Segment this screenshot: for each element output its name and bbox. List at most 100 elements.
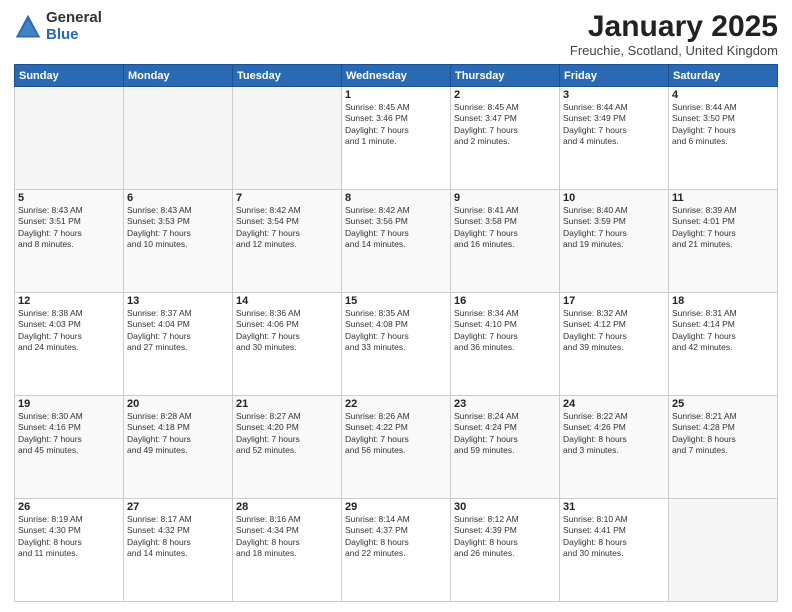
calendar-cell: [233, 87, 342, 190]
calendar-cell: 5Sunrise: 8:43 AM Sunset: 3:51 PM Daylig…: [15, 190, 124, 293]
calendar-cell: 22Sunrise: 8:26 AM Sunset: 4:22 PM Dayli…: [342, 396, 451, 499]
week-row-4: 19Sunrise: 8:30 AM Sunset: 4:16 PM Dayli…: [15, 396, 778, 499]
day-number: 15: [345, 295, 447, 307]
day-info: Sunrise: 8:43 AM Sunset: 3:53 PM Dayligh…: [127, 205, 229, 251]
day-number: 2: [454, 89, 556, 101]
calendar-cell: [15, 87, 124, 190]
day-info: Sunrise: 8:42 AM Sunset: 3:54 PM Dayligh…: [236, 205, 338, 251]
calendar-cell: 3Sunrise: 8:44 AM Sunset: 3:49 PM Daylig…: [560, 87, 669, 190]
logo: General Blue: [14, 10, 102, 43]
logo-blue: Blue: [46, 27, 102, 44]
calendar-cell: 6Sunrise: 8:43 AM Sunset: 3:53 PM Daylig…: [124, 190, 233, 293]
calendar-cell: 21Sunrise: 8:27 AM Sunset: 4:20 PM Dayli…: [233, 396, 342, 499]
calendar-cell: 26Sunrise: 8:19 AM Sunset: 4:30 PM Dayli…: [15, 499, 124, 602]
day-info: Sunrise: 8:34 AM Sunset: 4:10 PM Dayligh…: [454, 308, 556, 354]
day-info: Sunrise: 8:39 AM Sunset: 4:01 PM Dayligh…: [672, 205, 774, 251]
calendar-cell: 30Sunrise: 8:12 AM Sunset: 4:39 PM Dayli…: [451, 499, 560, 602]
calendar-cell: 17Sunrise: 8:32 AM Sunset: 4:12 PM Dayli…: [560, 293, 669, 396]
day-number: 23: [454, 398, 556, 410]
calendar-cell: 23Sunrise: 8:24 AM Sunset: 4:24 PM Dayli…: [451, 396, 560, 499]
calendar-cell: 14Sunrise: 8:36 AM Sunset: 4:06 PM Dayli…: [233, 293, 342, 396]
day-number: 18: [672, 295, 774, 307]
col-tuesday: Tuesday: [233, 65, 342, 87]
day-number: 6: [127, 192, 229, 204]
day-number: 8: [345, 192, 447, 204]
logo-text: General Blue: [46, 10, 102, 43]
col-wednesday: Wednesday: [342, 65, 451, 87]
calendar-cell: 9Sunrise: 8:41 AM Sunset: 3:58 PM Daylig…: [451, 190, 560, 293]
day-info: Sunrise: 8:42 AM Sunset: 3:56 PM Dayligh…: [345, 205, 447, 251]
day-info: Sunrise: 8:37 AM Sunset: 4:04 PM Dayligh…: [127, 308, 229, 354]
day-info: Sunrise: 8:36 AM Sunset: 4:06 PM Dayligh…: [236, 308, 338, 354]
week-row-2: 5Sunrise: 8:43 AM Sunset: 3:51 PM Daylig…: [15, 190, 778, 293]
day-number: 28: [236, 501, 338, 513]
day-number: 24: [563, 398, 665, 410]
calendar-cell: 10Sunrise: 8:40 AM Sunset: 3:59 PM Dayli…: [560, 190, 669, 293]
day-number: 22: [345, 398, 447, 410]
week-row-1: 1Sunrise: 8:45 AM Sunset: 3:46 PM Daylig…: [15, 87, 778, 190]
day-info: Sunrise: 8:41 AM Sunset: 3:58 PM Dayligh…: [454, 205, 556, 251]
calendar-cell: 7Sunrise: 8:42 AM Sunset: 3:54 PM Daylig…: [233, 190, 342, 293]
calendar-cell: 19Sunrise: 8:30 AM Sunset: 4:16 PM Dayli…: [15, 396, 124, 499]
logo-general: General: [46, 10, 102, 27]
day-number: 31: [563, 501, 665, 513]
day-number: 21: [236, 398, 338, 410]
page: General Blue January 2025 Freuchie, Scot…: [0, 0, 792, 612]
day-number: 17: [563, 295, 665, 307]
day-info: Sunrise: 8:21 AM Sunset: 4:28 PM Dayligh…: [672, 411, 774, 457]
day-number: 25: [672, 398, 774, 410]
day-info: Sunrise: 8:30 AM Sunset: 4:16 PM Dayligh…: [18, 411, 120, 457]
logo-icon: [14, 13, 42, 41]
day-info: Sunrise: 8:38 AM Sunset: 4:03 PM Dayligh…: [18, 308, 120, 354]
month-title: January 2025: [570, 10, 778, 43]
day-number: 12: [18, 295, 120, 307]
day-number: 27: [127, 501, 229, 513]
calendar-cell: 16Sunrise: 8:34 AM Sunset: 4:10 PM Dayli…: [451, 293, 560, 396]
day-number: 14: [236, 295, 338, 307]
calendar-cell: 11Sunrise: 8:39 AM Sunset: 4:01 PM Dayli…: [669, 190, 778, 293]
day-number: 7: [236, 192, 338, 204]
day-info: Sunrise: 8:22 AM Sunset: 4:26 PM Dayligh…: [563, 411, 665, 457]
day-number: 10: [563, 192, 665, 204]
calendar-cell: 27Sunrise: 8:17 AM Sunset: 4:32 PM Dayli…: [124, 499, 233, 602]
day-number: 13: [127, 295, 229, 307]
day-number: 9: [454, 192, 556, 204]
calendar-cell: [669, 499, 778, 602]
week-row-3: 12Sunrise: 8:38 AM Sunset: 4:03 PM Dayli…: [15, 293, 778, 396]
location: Freuchie, Scotland, United Kingdom: [570, 43, 778, 58]
day-number: 19: [18, 398, 120, 410]
col-sunday: Sunday: [15, 65, 124, 87]
calendar-cell: 15Sunrise: 8:35 AM Sunset: 4:08 PM Dayli…: [342, 293, 451, 396]
day-info: Sunrise: 8:45 AM Sunset: 3:46 PM Dayligh…: [345, 102, 447, 148]
day-number: 30: [454, 501, 556, 513]
col-monday: Monday: [124, 65, 233, 87]
day-info: Sunrise: 8:16 AM Sunset: 4:34 PM Dayligh…: [236, 514, 338, 560]
col-saturday: Saturday: [669, 65, 778, 87]
day-number: 5: [18, 192, 120, 204]
calendar-cell: 20Sunrise: 8:28 AM Sunset: 4:18 PM Dayli…: [124, 396, 233, 499]
day-info: Sunrise: 8:10 AM Sunset: 4:41 PM Dayligh…: [563, 514, 665, 560]
day-info: Sunrise: 8:28 AM Sunset: 4:18 PM Dayligh…: [127, 411, 229, 457]
day-info: Sunrise: 8:44 AM Sunset: 3:50 PM Dayligh…: [672, 102, 774, 148]
days-header-row: Sunday Monday Tuesday Wednesday Thursday…: [15, 65, 778, 87]
day-info: Sunrise: 8:17 AM Sunset: 4:32 PM Dayligh…: [127, 514, 229, 560]
calendar-cell: 1Sunrise: 8:45 AM Sunset: 3:46 PM Daylig…: [342, 87, 451, 190]
calendar-cell: 29Sunrise: 8:14 AM Sunset: 4:37 PM Dayli…: [342, 499, 451, 602]
col-thursday: Thursday: [451, 65, 560, 87]
calendar-cell: 18Sunrise: 8:31 AM Sunset: 4:14 PM Dayli…: [669, 293, 778, 396]
calendar-cell: 12Sunrise: 8:38 AM Sunset: 4:03 PM Dayli…: [15, 293, 124, 396]
day-number: 3: [563, 89, 665, 101]
title-block: January 2025 Freuchie, Scotland, United …: [570, 10, 778, 58]
day-info: Sunrise: 8:43 AM Sunset: 3:51 PM Dayligh…: [18, 205, 120, 251]
calendar-cell: 28Sunrise: 8:16 AM Sunset: 4:34 PM Dayli…: [233, 499, 342, 602]
day-info: Sunrise: 8:31 AM Sunset: 4:14 PM Dayligh…: [672, 308, 774, 354]
header: General Blue January 2025 Freuchie, Scot…: [14, 10, 778, 58]
day-number: 16: [454, 295, 556, 307]
day-info: Sunrise: 8:12 AM Sunset: 4:39 PM Dayligh…: [454, 514, 556, 560]
calendar-cell: 31Sunrise: 8:10 AM Sunset: 4:41 PM Dayli…: [560, 499, 669, 602]
day-number: 29: [345, 501, 447, 513]
day-info: Sunrise: 8:44 AM Sunset: 3:49 PM Dayligh…: [563, 102, 665, 148]
day-info: Sunrise: 8:45 AM Sunset: 3:47 PM Dayligh…: [454, 102, 556, 148]
calendar-cell: 4Sunrise: 8:44 AM Sunset: 3:50 PM Daylig…: [669, 87, 778, 190]
day-number: 4: [672, 89, 774, 101]
